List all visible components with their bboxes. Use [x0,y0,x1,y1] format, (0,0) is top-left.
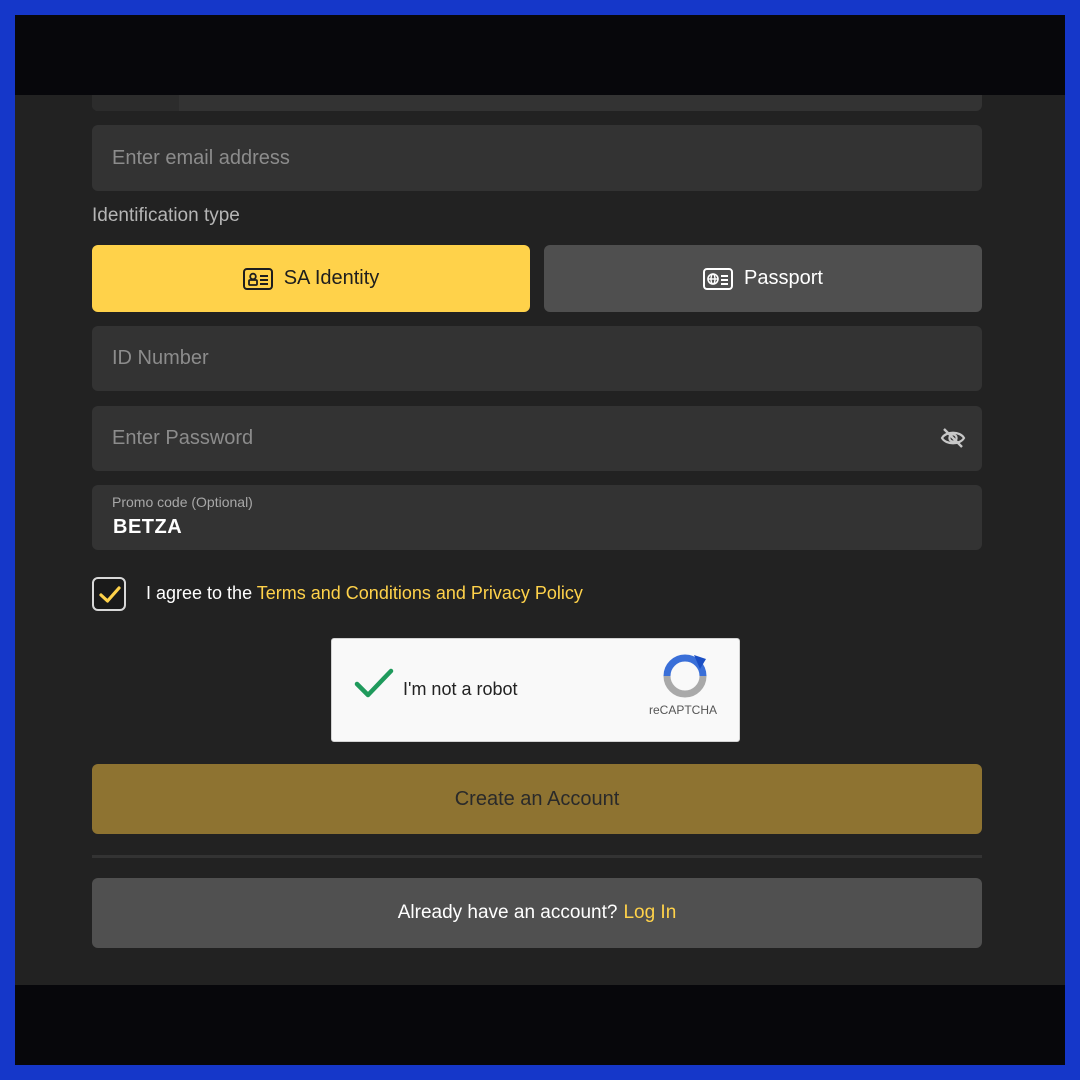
promo-code-value: BETZA [113,516,183,538]
passport-icon [703,267,734,290]
divider [92,855,982,858]
login-link[interactable]: Log In [623,902,676,924]
recaptcha-logo-icon [663,654,707,698]
phone-field-partial[interactable] [92,95,982,111]
eye-slash-icon[interactable] [940,426,966,450]
captcha-check-icon[interactable] [354,667,394,701]
passport-label: Passport [744,267,823,289]
terms-link[interactable]: Terms and Conditions and Privacy Policy [257,583,583,603]
password-field[interactable]: Enter Password [92,406,982,471]
id-card-icon [242,267,273,290]
captcha-brand: reCAPTCHA [649,703,718,717]
promo-code-field[interactable]: Promo code (Optional) BETZA [92,485,982,550]
password-placeholder: Enter Password [112,427,254,449]
terms-checkbox[interactable] [92,577,126,611]
id-number-field[interactable]: ID Number [92,326,982,391]
terms-prefix: I agree to the [146,583,257,603]
passport-button[interactable]: Passport [544,245,982,312]
email-field[interactable]: Enter email address [92,125,982,191]
bottom-bar [15,985,1065,1065]
terms-text: I agree to the Terms and Conditions and … [146,583,583,604]
app-frame: Enter email address Identification type … [15,15,1065,1065]
sa-identity-button[interactable]: SA Identity [92,245,530,312]
promo-code-label: Promo code (Optional) [112,494,253,510]
id-number-placeholder: ID Number [112,347,209,369]
email-placeholder: Enter email address [112,147,290,169]
create-account-button[interactable]: Create an Account [92,764,982,834]
recaptcha-widget: I'm not a robot reCAPTCHA [331,638,740,742]
sa-identity-label: SA Identity [283,267,380,289]
login-prompt-text: Already have an account? [397,902,618,923]
login-prompt: Already have an account? Log In [92,878,982,948]
top-bar [15,15,1065,95]
phone-prefix[interactable] [92,95,179,111]
captcha-label: I'm not a robot [403,679,518,699]
check-icon [99,586,121,603]
identification-type-label: Identification type [92,205,240,226]
